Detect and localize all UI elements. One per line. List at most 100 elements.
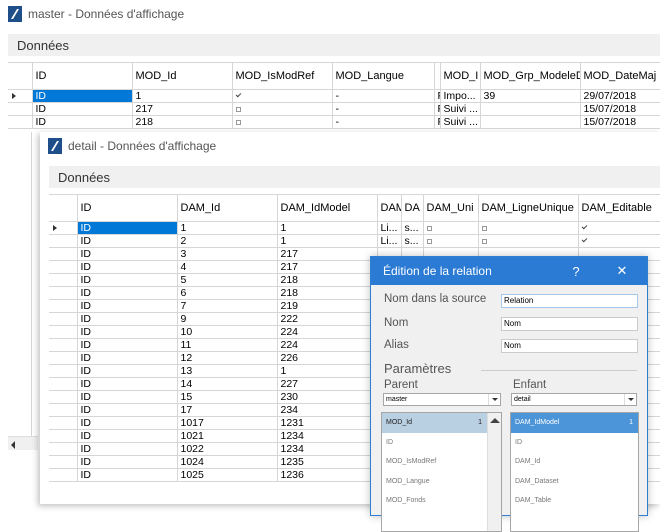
table-cell[interactable]: 1 [277,364,378,378]
close-button[interactable]: ✕ [607,257,637,285]
table-cell[interactable]: ID [77,299,178,313]
table-cell[interactable] [478,234,579,248]
table-cell[interactable] [578,234,660,248]
parent-list-scrollbar[interactable] [487,413,501,531]
table-cell[interactable]: ID [77,403,178,417]
chevron-down-icon[interactable] [488,394,500,405]
checkbox-checked-icon[interactable] [236,93,242,99]
table-cell[interactable]: ID [77,325,178,339]
column-header[interactable]: MOD_IsModRef [232,62,333,90]
list-item[interactable]: MOD_Fonds [382,491,487,511]
list-item[interactable]: MOD_IsModRef [382,452,487,472]
column-header[interactable]: DAM [377,194,402,222]
column-header[interactable]: DAM_Id [177,194,278,222]
table-cell[interactable] [578,221,660,235]
row-indicator[interactable] [49,442,78,456]
table-cell[interactable]: Suivi ... [440,102,481,116]
source-name-input[interactable]: Relation [501,294,638,308]
table-cell[interactable] [232,115,333,129]
table-cell[interactable] [478,221,579,235]
table-cell[interactable]: s... [401,234,424,248]
table-cell[interactable]: 227 [277,377,378,391]
table-cell[interactable]: ID [77,442,178,456]
row-indicator[interactable] [8,89,33,103]
checkbox-icon[interactable] [481,225,487,231]
child-fields-list[interactable]: DAM_IdModel 1 ID DAM_Id DAM_Dataset DAM_Table [510,412,639,532]
checkbox-icon[interactable] [481,238,487,244]
table-cell[interactable]: - [332,115,435,129]
table-cell[interactable]: ID [32,115,133,129]
table-cell[interactable]: 9 [177,312,278,326]
table-cell[interactable]: 1 [277,234,378,248]
row-indicator[interactable] [49,377,78,391]
table-cell[interactable]: 219 [277,299,378,313]
table-cell[interactable]: 1025 [177,468,278,482]
list-item[interactable]: DAM_Dataset [511,472,638,492]
table-cell[interactable]: 2 [177,234,278,248]
row-indicator[interactable] [8,115,33,129]
table-cell[interactable]: 5 [177,273,278,287]
table-cell[interactable]: 1021 [177,429,278,443]
row-indicator[interactable] [49,273,78,287]
list-item[interactable]: DAM_Id [511,452,638,472]
scroll-left-icon[interactable] [11,441,15,449]
list-item[interactable]: DAM_Table [511,491,638,511]
table-cell[interactable]: ID [77,273,178,287]
table-cell[interactable]: 4 [177,260,278,274]
table-cell[interactable]: 226 [277,351,378,365]
table-cell[interactable]: ID [77,390,178,404]
table-cell[interactable]: 1024 [177,455,278,469]
table-cell[interactable]: ID [77,377,178,391]
table-cell[interactable]: 17 [177,403,278,417]
column-header[interactable]: DAM_LigneUnique [478,194,579,222]
list-item[interactable]: ID [511,433,638,453]
table-cell[interactable]: 12 [177,351,278,365]
table-cell[interactable]: 217 [132,102,233,116]
table-cell[interactable]: 218 [277,286,378,300]
table-cell[interactable]: F [434,89,441,103]
table-cell[interactable]: F [434,102,441,116]
checkbox-checked-icon[interactable] [582,225,588,231]
row-indicator[interactable] [49,468,78,482]
table-cell[interactable]: ID [77,260,178,274]
table-cell[interactable]: ID [77,221,178,235]
list-item[interactable]: MOD_Langue [382,472,487,492]
table-cell[interactable]: 1235 [277,455,378,469]
column-header[interactable]: DAM_Uni [423,194,479,222]
table-cell[interactable]: 234 [277,403,378,417]
parent-fields-list[interactable]: MOD_Id 1 ID MOD_IsModRef MOD_Langue MOD_Fonds [381,412,502,532]
table-cell[interactable] [423,221,479,235]
table-cell[interactable]: 13 [177,364,278,378]
column-header[interactable]: MOD_Grp_ModeleD [480,62,581,90]
table-cell[interactable]: ID [77,312,178,326]
chevron-down-icon[interactable] [624,394,636,405]
table-row[interactable]: ID 2 1 Li... s... [49,234,660,248]
table-cell[interactable]: ID [77,429,178,443]
table-cell[interactable]: ID [77,364,178,378]
table-cell[interactable]: 11 [177,338,278,352]
table-cell[interactable]: 15 [177,390,278,404]
row-indicator[interactable] [49,286,78,300]
table-cell[interactable]: s... [401,221,424,235]
table-cell[interactable] [232,102,333,116]
table-cell[interactable]: 3 [177,247,278,261]
column-header[interactable]: DAM_Editable [578,194,660,222]
table-cell[interactable]: 217 [277,260,378,274]
checkbox-icon[interactable] [235,119,241,125]
child-select[interactable]: detail [511,393,637,406]
row-indicator[interactable] [49,390,78,404]
table-cell[interactable]: 29/07/2018 [580,89,660,103]
column-header[interactable]: DA [401,194,424,222]
row-indicator[interactable] [49,312,78,326]
row-indicator[interactable] [49,260,78,274]
table-cell[interactable]: 1 [277,221,378,235]
table-cell[interactable]: ID [77,351,178,365]
master-horizontal-scrollbar[interactable] [8,436,38,450]
column-header[interactable]: ID [32,62,133,90]
row-indicator[interactable] [49,325,78,339]
table-cell[interactable]: 10 [177,325,278,339]
row-indicator[interactable] [49,455,78,469]
checkbox-icon[interactable] [235,106,241,112]
table-cell[interactable]: - [332,89,435,103]
table-cell[interactable]: 1 [177,221,278,235]
